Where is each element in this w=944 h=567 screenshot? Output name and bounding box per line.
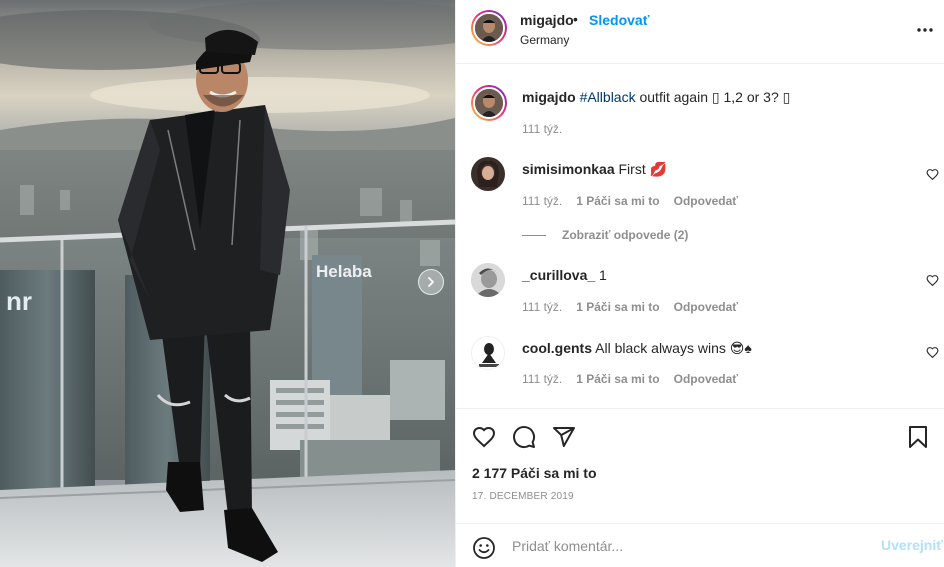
comment-meta: 111 týž. 1 Páči sa mi to Odpovedať: [522, 300, 738, 314]
more-horizontal-icon[interactable]: [915, 20, 935, 40]
caption-timestamp[interactable]: 111 týž.: [522, 122, 562, 136]
comment-meta: 111 týž. 1 Páči sa mi to Odpovedať: [522, 372, 738, 386]
view-replies-button[interactable]: Zobraziť odpovede (2): [522, 228, 688, 242]
comment-avatar[interactable]: [471, 157, 505, 191]
avatar-image: [471, 263, 505, 297]
chevron-right-icon: [428, 277, 434, 287]
follow-button[interactable]: Sledovať: [589, 12, 649, 28]
add-comment-bar: Uverejniť: [456, 523, 944, 567]
comments-list[interactable]: migajdo #Allblack outfit again ▯ 1,2 or …: [456, 64, 944, 408]
view-replies-label: Zobraziť odpovede (2): [562, 228, 689, 242]
comment-username[interactable]: simisimonkaa: [522, 161, 615, 177]
comment-meta: 111 týž. 1 Páči sa mi to Odpovedať: [522, 194, 738, 208]
post-side-panel: migajdo • Sledovať Germany migajdo #Allb…: [455, 0, 944, 567]
caption-avatar[interactable]: [471, 85, 507, 121]
post-header: migajdo • Sledovať Germany: [456, 0, 944, 64]
heart-icon[interactable]: [926, 274, 939, 287]
comment-body: First 💋: [618, 161, 668, 177]
comment-timestamp[interactable]: 111 týž.: [522, 300, 562, 314]
comment-likes[interactable]: 1 Páči sa mi to: [576, 300, 659, 314]
reply-button[interactable]: Odpovedať: [674, 300, 738, 314]
caption-body: outfit again ▯ 1,2 or 3? ▯: [635, 89, 791, 105]
post-caption: migajdo #Allblack outfit again ▯ 1,2 or …: [522, 88, 790, 106]
bookmark-icon[interactable]: [906, 425, 930, 449]
post-date[interactable]: 17. DECEMBER 2019: [472, 491, 574, 502]
emoji-icon[interactable]: [472, 536, 496, 560]
heart-icon[interactable]: [926, 168, 939, 181]
caption-username[interactable]: migajdo: [522, 89, 576, 105]
photo-scene: Helaba nr: [0, 0, 455, 567]
post-location[interactable]: Germany: [520, 33, 569, 47]
avatar-image: [475, 89, 503, 117]
comment-username[interactable]: _curillova_: [522, 267, 595, 283]
avatar[interactable]: [471, 10, 507, 46]
avatar-image: [471, 157, 505, 191]
comment-username[interactable]: cool.gents: [522, 340, 592, 356]
caption-hashtag[interactable]: #Allblack: [580, 89, 636, 105]
avatar-image: [475, 14, 503, 42]
comment-likes[interactable]: 1 Páči sa mi to: [576, 372, 659, 386]
comment-text: cool.gents All black always wins 😎♠: [522, 339, 752, 357]
share-icon[interactable]: [552, 425, 576, 449]
post-actions: 2 177 Páči sa mi to 17. DECEMBER 2019 Uv…: [456, 408, 944, 567]
replies-divider: [522, 234, 546, 236]
comment-likes[interactable]: 1 Páči sa mi to: [576, 194, 659, 208]
header-separator: •: [573, 11, 578, 27]
comment-avatar[interactable]: [471, 336, 505, 370]
likes-count[interactable]: 2 177 Páči sa mi to: [472, 465, 597, 481]
next-photo-button[interactable]: [418, 269, 444, 295]
header-username[interactable]: migajdo: [520, 12, 574, 28]
heart-icon[interactable]: [472, 425, 496, 449]
post-photo[interactable]: Helaba nr: [0, 0, 455, 567]
comment-timestamp[interactable]: 111 týž.: [522, 372, 562, 386]
post-comment-button[interactable]: Uverejniť: [881, 537, 943, 553]
comment-timestamp[interactable]: 111 týž.: [522, 194, 562, 208]
comment-avatar[interactable]: [471, 263, 505, 297]
heart-icon[interactable]: [926, 346, 939, 359]
avatar-image: [472, 337, 504, 369]
reply-button[interactable]: Odpovedať: [674, 372, 738, 386]
comment-body: All black always wins 😎♠: [595, 340, 752, 356]
comment-icon[interactable]: [512, 425, 536, 449]
comment-text: simisimonkaa First 💋: [522, 160, 667, 178]
reply-button[interactable]: Odpovedať: [674, 194, 738, 208]
instagram-post: Helaba nr migajdo • Sledovať Germany mig…: [0, 0, 944, 567]
comment-text: _curillova_ 1: [522, 266, 607, 284]
comment-body: 1: [599, 267, 607, 283]
comment-input[interactable]: [512, 534, 872, 558]
